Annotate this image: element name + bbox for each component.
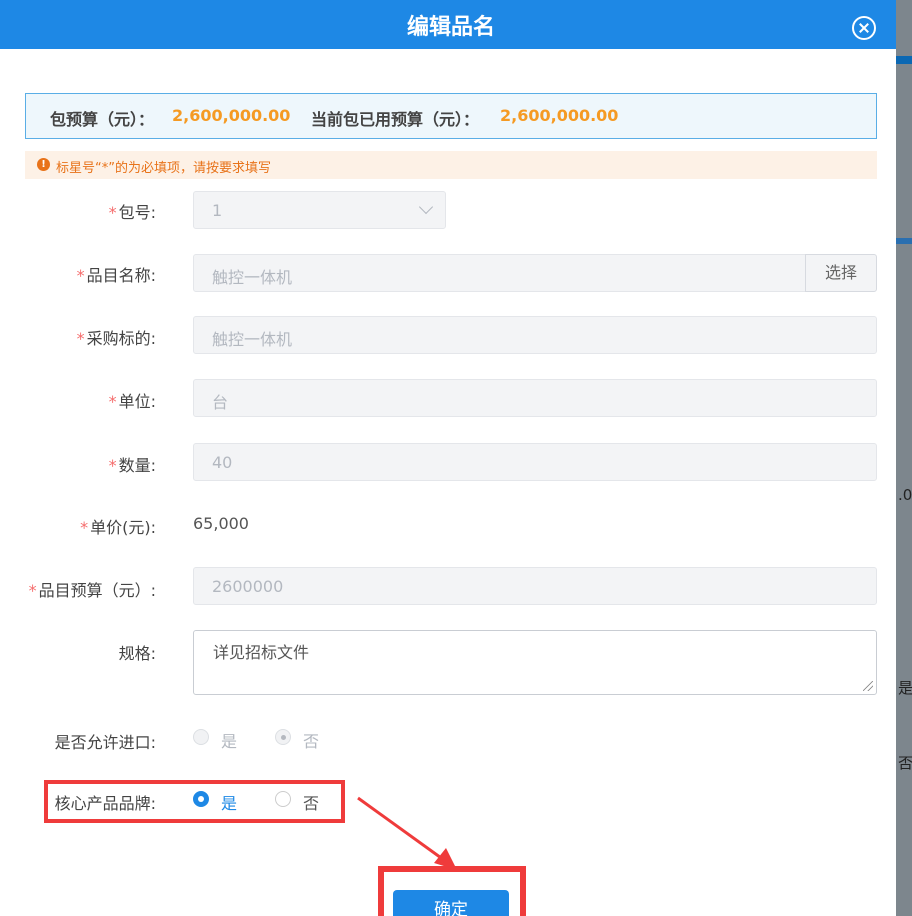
info-icon: ! — [37, 158, 50, 171]
quantity-label: * 数量: — [108, 456, 156, 475]
unit-value: 台 — [212, 393, 229, 412]
background-text-fragment: .0 — [898, 486, 912, 504]
import-allowed-label: 是否允许进口: — [54, 733, 156, 752]
quantity-value: 40 — [212, 453, 233, 472]
target-input[interactable]: 触控一体机 — [193, 316, 877, 354]
modal-title: 编辑品名 — [406, 15, 495, 40]
used-budget-value: 2,600,000.00 — [500, 106, 619, 125]
unit-price-label: * 单价(元): — [80, 518, 156, 537]
item-budget-label: * 品目预算（元）: — [28, 581, 156, 600]
background-header-fragment — [896, 56, 912, 64]
background-tab-fragment — [896, 238, 912, 244]
used-budget-label: 当前包已用预算（元）： — [311, 110, 480, 129]
package-no-label: * 包号: — [108, 203, 156, 222]
modal-header: 编辑品名 — [0, 0, 896, 49]
select-item-button[interactable]: 选择 — [805, 254, 877, 292]
item-name-input[interactable]: 触控一体机 — [193, 254, 806, 292]
budget-summary: 包预算（元）： 2,600,000.00 当前包已用预算（元）： 2,600,0… — [25, 93, 877, 139]
item-name-label: * 品目名称: — [76, 266, 156, 285]
package-budget-label: 包预算（元）： — [50, 110, 155, 129]
target-label: * 采购标的: — [76, 329, 156, 348]
spec-value: 详见招标文件 — [213, 643, 310, 662]
target-value: 触控一体机 — [212, 330, 293, 349]
unit-price-value: 65,000 — [193, 514, 249, 533]
chevron-down-icon — [418, 199, 434, 215]
required-notice: ! 标星号“*”的为必填项，请按要求填写 — [25, 151, 877, 179]
import-yes-radio[interactable] — [193, 729, 209, 745]
package-no-value: 1 — [212, 201, 223, 220]
background-text-fragment: 否 — [898, 754, 912, 772]
package-budget-value: 2,600,000.00 — [172, 106, 291, 125]
background-strip — [896, 0, 912, 916]
quantity-input[interactable]: 40 — [193, 443, 877, 481]
package-no-select[interactable]: 1 — [193, 191, 446, 229]
background-text-fragment: 是 — [898, 679, 912, 697]
highlight-box-core-brand — [44, 780, 345, 823]
unit-input[interactable]: 台 — [193, 379, 877, 417]
item-name-value: 触控一体机 — [212, 268, 293, 287]
item-budget-value: 2600000 — [212, 577, 284, 596]
resize-handle-icon[interactable] — [863, 681, 873, 691]
notice-text: 标星号“*”的为必填项，请按要求填写 — [56, 161, 271, 176]
spec-textarea[interactable]: 详见招标文件 — [193, 630, 877, 695]
edit-item-modal: 编辑品名 包预算（元）： 2,600,000.00 当前包已用预算（元）： 2,… — [0, 0, 896, 916]
unit-label: * 单位: — [108, 392, 156, 411]
import-yes-label: 是 — [221, 732, 238, 751]
import-no-label: 否 — [303, 732, 320, 751]
spec-label: 规格: — [118, 644, 156, 663]
item-budget-input[interactable]: 2600000 — [193, 567, 877, 605]
highlight-box-confirm — [378, 866, 526, 916]
close-icon[interactable] — [852, 16, 876, 40]
import-no-radio[interactable] — [275, 729, 291, 745]
